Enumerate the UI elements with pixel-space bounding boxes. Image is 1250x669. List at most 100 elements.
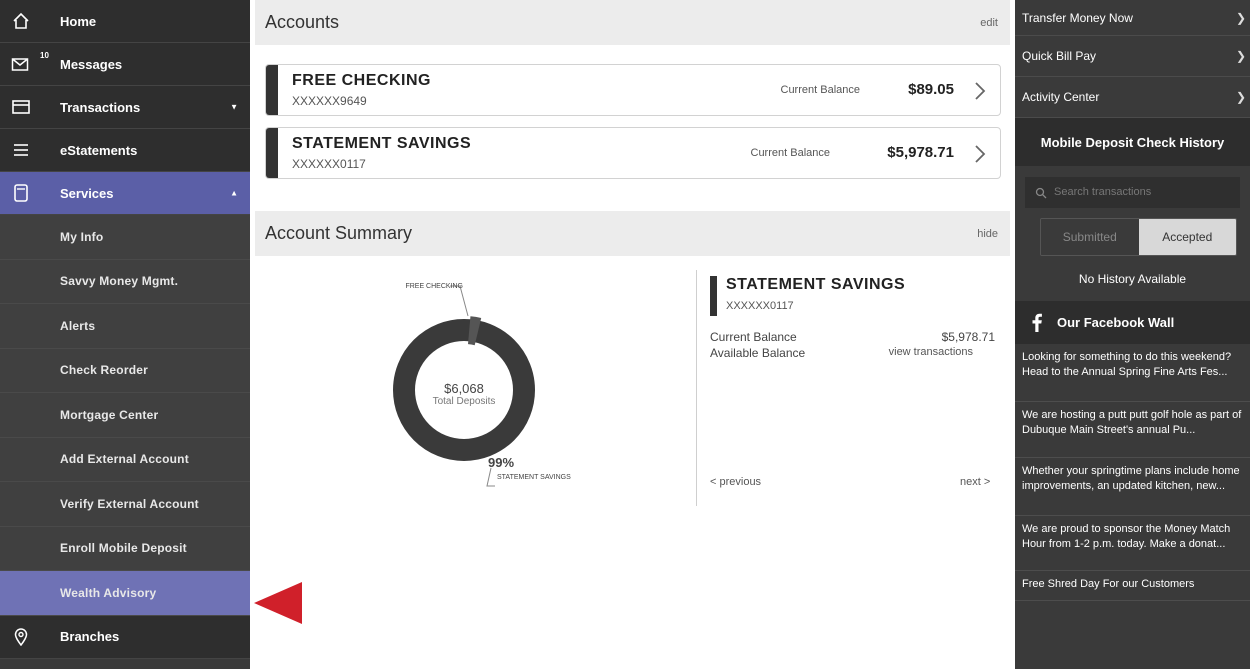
- facebook-icon: [1032, 313, 1042, 332]
- deposit-status-toggle: Submitted Accepted: [1040, 218, 1237, 256]
- summary-hide-link[interactable]: hide: [977, 228, 998, 240]
- search-icon: [1035, 187, 1047, 198]
- sidebar-item-home[interactable]: Home: [0, 0, 250, 43]
- summary-header: Account Summary hide: [255, 211, 1010, 256]
- sidebar-nav: Home 10 Messages Transactions ▼ eStateme…: [0, 0, 250, 669]
- sidebar-subitem-label: Wealth Advisory: [60, 585, 157, 600]
- facebook-post[interactable]: We are proud to sponsor the Money Match …: [1015, 516, 1250, 571]
- location-pin-icon: [10, 627, 32, 646]
- detail-account-number: XXXXXX0117: [726, 300, 794, 312]
- device-icon: [10, 184, 32, 202]
- next-account-button[interactable]: next >: [960, 476, 990, 488]
- balance-label: Current Balance: [780, 84, 861, 96]
- tab-submitted[interactable]: Submitted: [1041, 219, 1139, 255]
- sidebar-subitem-label: My Info: [60, 229, 104, 244]
- account-color-bar: [266, 128, 278, 178]
- sidebar-subitem-label: Mortgage Center: [60, 407, 159, 422]
- sidebar-item-label: Services: [60, 185, 114, 201]
- accounts-header: Accounts edit: [255, 0, 1010, 45]
- caret-down-icon: ▼: [230, 102, 238, 112]
- sidebar-subitem-check-reorder[interactable]: Check Reorder: [0, 348, 250, 393]
- sidebar-item-label: Messages: [60, 56, 123, 72]
- sidebar-subitem-mortgage-center[interactable]: Mortgage Center: [0, 393, 250, 438]
- sidebar-subitem-label: Check Reorder: [60, 363, 148, 378]
- sidebar-subitem-label: Add External Account: [60, 452, 189, 467]
- summary-body: FREE CHECKING $6,068 Total Deposits 99% …: [255, 258, 1010, 669]
- sidebar-subitem-label: Verify External Account: [60, 496, 199, 511]
- sidebar-subitem-label: Alerts: [60, 318, 96, 333]
- quick-link-bill-pay[interactable]: Quick Bill Pay ❯: [1015, 36, 1250, 77]
- quick-link-label: Transfer Money Now: [1022, 10, 1133, 25]
- current-balance-label: Current Balance: [710, 330, 797, 344]
- search-area: [1015, 166, 1250, 218]
- sidebar-item-branches[interactable]: Branches: [0, 615, 250, 659]
- quick-link-activity-center[interactable]: Activity Center ❯: [1015, 77, 1250, 118]
- facebook-post[interactable]: Free Shred Day For our Customers: [1015, 571, 1250, 601]
- sidebar-subitem-label: Savvy Money Mgmt.: [60, 274, 179, 289]
- sidebar-item-transactions[interactable]: Transactions ▼: [0, 86, 250, 129]
- donut-total-value: $6,068: [444, 381, 484, 396]
- savings-leader-line: [486, 467, 495, 487]
- home-icon: [10, 12, 32, 30]
- sidebar-subitem-verify-external-account[interactable]: Verify External Account: [0, 482, 250, 527]
- sidebar-subitem-savvy-money[interactable]: Savvy Money Mgmt.: [0, 259, 250, 304]
- red-pointer-arrow-icon: [254, 582, 302, 624]
- sidebar-item-services[interactable]: Services ▲: [0, 172, 250, 215]
- quick-link-label: Activity Center: [1022, 90, 1100, 104]
- tab-accepted[interactable]: Accepted: [1138, 219, 1236, 255]
- current-balance-value: $5,978.71: [941, 330, 995, 344]
- savings-slice-percent: 99%: [488, 455, 514, 470]
- accounts-title: Accounts: [265, 12, 340, 32]
- sidebar-item-estatements[interactable]: eStatements: [0, 129, 250, 172]
- sidebar-subitem-wealth-advisory[interactable]: Wealth Advisory: [0, 571, 250, 616]
- sidebar-item-label: eStatements: [60, 142, 138, 158]
- facebook-post[interactable]: Looking for something to do this weekend…: [1015, 344, 1250, 402]
- sidebar-subitem-alerts[interactable]: Alerts: [0, 304, 250, 349]
- card-icon: [10, 98, 32, 116]
- search-box: [1025, 176, 1240, 208]
- account-card-statement-savings[interactable]: STATEMENT SAVINGS XXXXXX0117 Current Bal…: [265, 127, 1001, 179]
- summary-title: Account Summary: [265, 223, 413, 243]
- list-icon: [10, 141, 32, 159]
- checking-slice-label: FREE CHECKING: [405, 283, 463, 290]
- account-color-bar: [266, 65, 278, 115]
- accounts-edit-link[interactable]: edit: [980, 17, 998, 29]
- balance-label: Current Balance: [750, 147, 831, 159]
- account-name: STATEMENT SAVINGS: [292, 135, 472, 152]
- facebook-post[interactable]: We are hosting a putt putt golf hole as …: [1015, 402, 1250, 458]
- sidebar-subitem-my-info[interactable]: My Info: [0, 215, 250, 260]
- available-balance-row: Available Balance view transactions: [710, 346, 995, 360]
- sidebar-item-label: Home: [60, 13, 97, 29]
- view-transactions-link[interactable]: view transactions: [889, 346, 973, 358]
- donut-total-label: Total Deposits: [433, 396, 496, 407]
- sidebar-subitem-label: Enroll Mobile Deposit: [60, 541, 187, 556]
- deposit-donut-chart[interactable]: FREE CHECKING $6,068 Total Deposits 99% …: [255, 258, 695, 518]
- account-name: FREE CHECKING: [292, 72, 431, 89]
- message-count-badge: 10: [40, 51, 49, 60]
- account-color-bar: [710, 276, 717, 316]
- summary-divider: [696, 270, 697, 506]
- detail-account-name: STATEMENT SAVINGS: [726, 276, 906, 293]
- sidebar-subitem-add-external-account[interactable]: Add External Account: [0, 437, 250, 482]
- right-panel: Transfer Money Now ❯ Quick Bill Pay ❯ Ac…: [1015, 0, 1250, 669]
- search-transactions-input[interactable]: [1026, 177, 1239, 207]
- account-card-free-checking[interactable]: FREE CHECKING XXXXXX9649 Current Balance…: [265, 64, 1001, 116]
- caret-up-icon: ▲: [230, 188, 238, 198]
- facebook-post[interactable]: Whether your springtime plans include ho…: [1015, 458, 1250, 516]
- facebook-wall-heading: Our Facebook Wall: [1015, 301, 1250, 344]
- savings-slice-label: STATEMENT SAVINGS: [497, 474, 571, 481]
- mail-icon: [10, 55, 32, 73]
- quick-link-label: Quick Bill Pay: [1022, 49, 1097, 63]
- balance-value: $89.05: [908, 81, 954, 98]
- account-number: XXXXXX0117: [292, 157, 366, 171]
- sidebar-subitem-enroll-mobile-deposit[interactable]: Enroll Mobile Deposit: [0, 526, 250, 571]
- sidebar-item-messages[interactable]: 10 Messages: [0, 43, 250, 86]
- quick-link-transfer-money[interactable]: Transfer Money Now ❯: [1015, 0, 1250, 36]
- chevron-right-icon: ❯: [1235, 49, 1246, 63]
- previous-account-button[interactable]: < previous: [710, 476, 761, 488]
- current-balance-row: Current Balance $5,978.71: [710, 330, 995, 344]
- sidebar-item-label: Branches: [60, 629, 120, 644]
- mobile-deposit-heading: Mobile Deposit Check History: [1015, 118, 1250, 166]
- chevron-right-icon: ❯: [1235, 10, 1246, 25]
- sidebar-item-label: Transactions: [60, 99, 141, 115]
